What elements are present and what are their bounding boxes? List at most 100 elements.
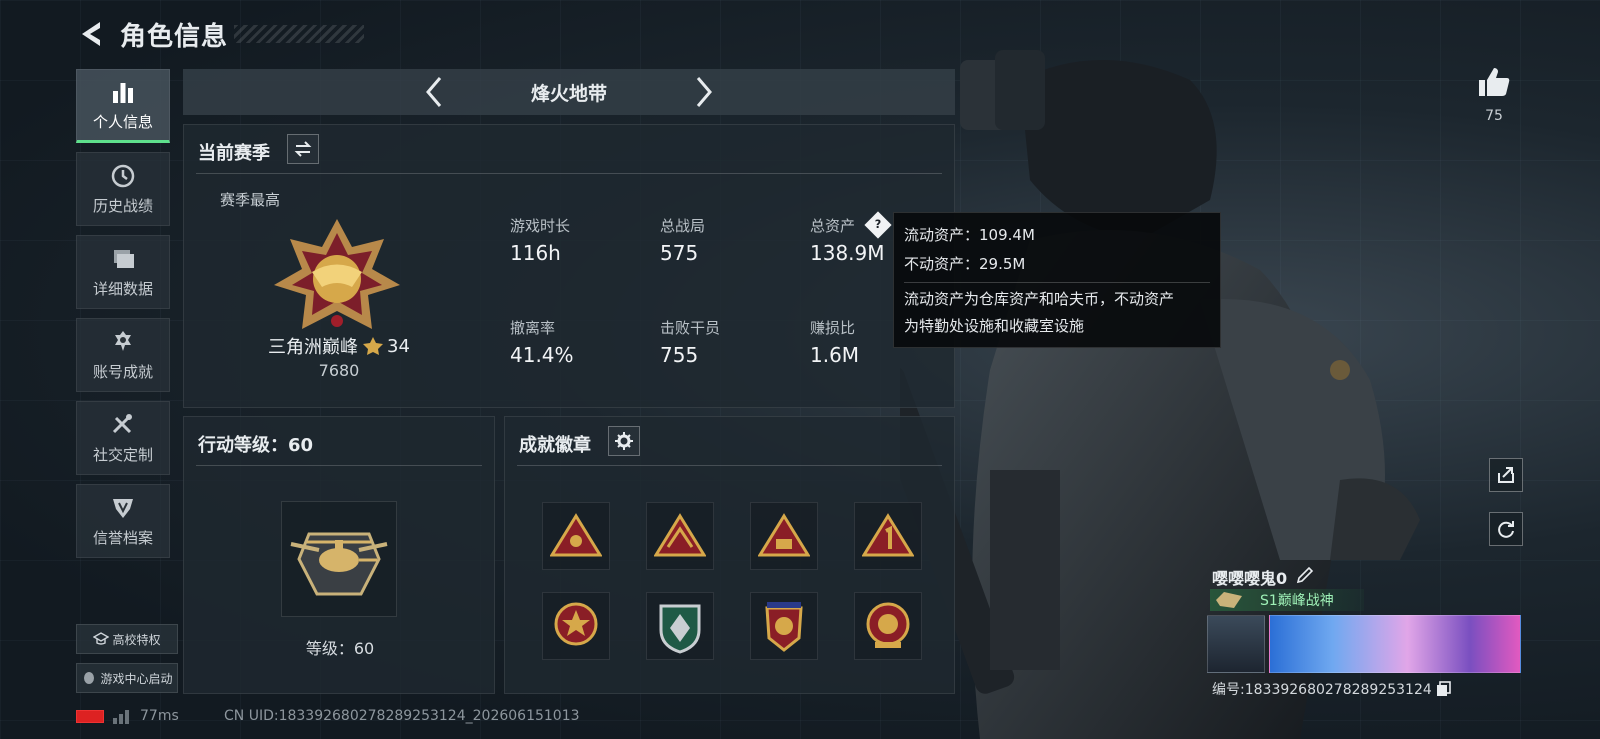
campus-privilege-button[interactable]: 高校特权 bbox=[76, 624, 178, 654]
graduation-cap-icon bbox=[93, 632, 110, 645]
shield-icon bbox=[113, 498, 133, 518]
divider bbox=[517, 465, 942, 466]
stat-label: 总资产 bbox=[810, 217, 856, 235]
bar-chart-icon bbox=[113, 82, 133, 103]
player-id: 编号:1833926802782892531​24 bbox=[1212, 679, 1452, 699]
game-center-button[interactable]: 游戏中心启动 bbox=[76, 663, 178, 693]
thumbs-up-icon bbox=[1479, 68, 1510, 96]
mode-name: 烽火地带 bbox=[530, 82, 607, 105]
stat-value: 138.9M bbox=[810, 241, 885, 265]
game-center-label: 游戏中心启动 bbox=[100, 671, 173, 686]
signal-icon bbox=[113, 710, 129, 724]
star-icon bbox=[363, 337, 384, 355]
stat-label: 赚损比 bbox=[810, 319, 856, 337]
rank-emblem-icon bbox=[274, 219, 400, 329]
sidebar-item-label: 账号成就 bbox=[92, 362, 153, 381]
sidebar-item-personal-info[interactable]: 个人信息 bbox=[76, 69, 170, 143]
season-best-label: 赛季最高 bbox=[220, 191, 281, 209]
season-switch-button[interactable] bbox=[287, 134, 319, 164]
question-icon: ? bbox=[874, 218, 882, 232]
rank-name: 三角洲巅峰 bbox=[268, 337, 359, 358]
rank-info: 三角洲巅峰 34 bbox=[224, 333, 454, 359]
header: 角色信息 bbox=[76, 14, 365, 54]
share-button[interactable] bbox=[1489, 458, 1523, 492]
like-button[interactable] bbox=[1472, 66, 1516, 106]
achievement-badge[interactable] bbox=[542, 592, 610, 660]
achievement-badge[interactable] bbox=[854, 592, 922, 660]
stat-label: 击败干员 bbox=[660, 319, 721, 337]
network-status: 77ms bbox=[76, 708, 179, 724]
achievements-settings-button[interactable] bbox=[608, 426, 640, 456]
swap-icon bbox=[294, 141, 312, 157]
stat-label: 总战局 bbox=[660, 217, 706, 235]
player-avatar bbox=[1207, 615, 1265, 673]
footer-uid: CN UID:18339268027828925312​4_2026061510… bbox=[224, 708, 580, 724]
penguin-icon bbox=[84, 672, 95, 684]
tooltip-description-line2: 为特勤处设施和收藏室设施 bbox=[904, 317, 1085, 335]
campus-privilege-label: 高校特权 bbox=[112, 632, 161, 647]
edit-name-button[interactable] bbox=[1296, 566, 1316, 586]
pencil-icon bbox=[1296, 566, 1314, 584]
achievement-badge[interactable] bbox=[750, 592, 818, 660]
achievement-badge[interactable] bbox=[646, 592, 714, 660]
triangle-badge-icon bbox=[758, 513, 810, 557]
sidebar: 个人信息 历史战绩 详细数据 账号成就 社交定制 信誉档案 bbox=[76, 69, 170, 567]
back-arrow-icon bbox=[82, 22, 100, 46]
achievement-badge[interactable] bbox=[646, 502, 714, 570]
action-level-panel: 行动等级：60 等级：60 bbox=[183, 416, 495, 694]
share-icon bbox=[1498, 467, 1514, 483]
title-decoration bbox=[234, 25, 365, 43]
achievement-badge[interactable] bbox=[542, 502, 610, 570]
sidebar-item-label: 详细数据 bbox=[92, 279, 153, 298]
stat-label: 撤离率 bbox=[510, 319, 556, 337]
sidebar-item-history[interactable]: 历史战绩 bbox=[76, 152, 170, 226]
stat-value: 575 bbox=[660, 241, 699, 265]
page-title: 角色信息 bbox=[120, 21, 229, 52]
achievements-panel: 成就徽章 bbox=[504, 416, 955, 694]
player-id-text: 编号:1833926802782892531​24 bbox=[1212, 682, 1432, 698]
sidebar-item-achievements[interactable]: 账号成就 bbox=[76, 318, 170, 392]
asset-help-button[interactable]: ? bbox=[864, 211, 892, 239]
ping-value: 77ms bbox=[140, 708, 179, 724]
asset-tooltip: 流动资产：109.4M 不动资产：29.5M 流动资产为仓库资产和哈夫币，不动资… bbox=[893, 212, 1221, 348]
rank-stars: 34 bbox=[387, 335, 410, 357]
action-level-title: 行动等级：60 bbox=[198, 435, 314, 456]
stat-label: 游戏时长 bbox=[510, 217, 571, 235]
like-count: 75 bbox=[1485, 108, 1503, 124]
copy-icon[interactable] bbox=[1436, 681, 1452, 697]
sidebar-item-label: 个人信息 bbox=[92, 112, 153, 131]
refresh-button[interactable] bbox=[1489, 512, 1523, 546]
season-panel: 当前赛季 赛季最高 三角洲巅峰 34 7680 游戏时长 116h 总战局 57… bbox=[183, 124, 955, 408]
triangle-badge-icon bbox=[654, 513, 706, 557]
stat-value: 41.4% bbox=[510, 343, 574, 367]
action-level-value: 等级：60 bbox=[305, 639, 375, 658]
divider bbox=[196, 465, 482, 466]
shield-medal-icon bbox=[659, 604, 701, 654]
wing-medal-icon bbox=[765, 602, 803, 652]
tools-icon bbox=[112, 413, 132, 433]
title-emblem-icon bbox=[1216, 592, 1242, 608]
achievement-badge[interactable] bbox=[750, 502, 818, 570]
sidebar-item-social[interactable]: 社交定制 bbox=[76, 401, 170, 475]
folder-icon bbox=[114, 249, 134, 268]
tooltip-fixed-assets: 不动资产：29.5M bbox=[904, 255, 1026, 273]
player-name-text: 嘤嘤嘤鬼0 bbox=[1212, 569, 1288, 588]
star-medal-icon bbox=[554, 602, 598, 646]
battery-icon bbox=[76, 709, 104, 723]
sidebar-item-label: 社交定制 bbox=[92, 445, 153, 464]
clock-icon bbox=[111, 164, 135, 187]
divider bbox=[196, 173, 942, 174]
mode-next-button[interactable] bbox=[684, 72, 724, 112]
back-button[interactable] bbox=[76, 19, 106, 49]
sidebar-item-credit[interactable]: 信誉档案 bbox=[76, 484, 170, 558]
sidebar-item-detailed-data[interactable]: 详细数据 bbox=[76, 235, 170, 309]
mode-prev-button[interactable] bbox=[414, 72, 454, 112]
achievements-title: 成就徽章 bbox=[519, 435, 591, 456]
sidebar-item-label: 信誉档案 bbox=[92, 528, 153, 547]
stat-value: 116h bbox=[510, 241, 561, 265]
triangle-badge-icon bbox=[862, 513, 914, 557]
mode-selector: 烽火地带 bbox=[183, 69, 955, 115]
achievement-badge[interactable] bbox=[854, 502, 922, 570]
tooltip-description-line1: 流动资产为仓库资产和哈夫币，不动资产 bbox=[904, 290, 1175, 308]
action-level-medal bbox=[281, 501, 397, 617]
